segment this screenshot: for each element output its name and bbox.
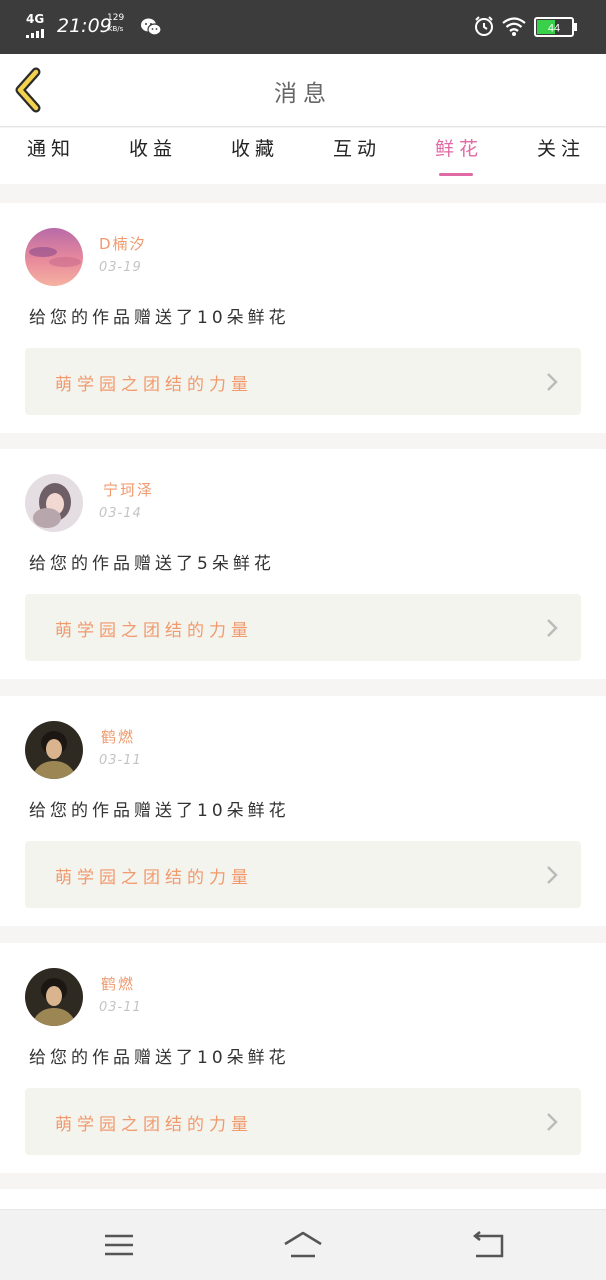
notification-message: 给您的作品赠送了5朵鲜花 xyxy=(29,554,275,574)
work-link[interactable]: 萌学园之团结的力量 xyxy=(25,1088,581,1155)
work-link[interactable]: 萌学园之团结的力量 xyxy=(25,841,581,908)
back-nav-button[interactable] xyxy=(468,1230,508,1260)
notification-message: 给您的作品赠送了10朵鲜花 xyxy=(29,308,290,328)
wifi-icon xyxy=(502,17,526,36)
network-type: 4G xyxy=(26,12,45,26)
sender-name[interactable]: 鹤燃 xyxy=(101,973,135,994)
work-link[interactable]: 萌学园之团结的力量 xyxy=(25,348,581,415)
signal-icon: 4G xyxy=(26,12,50,38)
back-icon xyxy=(472,1231,504,1258)
tab-following[interactable]: 关注 xyxy=(531,138,591,178)
notification-card: 鹤燃 03-11 给您的作品赠送了10朵鲜花 萌学园之团结的力量 xyxy=(0,943,606,1173)
notification-card: D楠汐 03-19 给您的作品赠送了10朵鲜花 萌学园之团结的力量 xyxy=(0,203,606,433)
chevron-right-icon xyxy=(547,1113,558,1131)
tab-interactions[interactable]: 互动 xyxy=(327,138,387,178)
work-title: 萌学园之团结的力量 xyxy=(55,375,253,395)
wechat-icon xyxy=(141,18,162,36)
notification-card: 宁珂泽 03-14 给您的作品赠送了5朵鲜花 萌学园之团结的力量 xyxy=(0,449,606,679)
battery-level: 44 xyxy=(548,23,560,35)
chevron-right-icon xyxy=(547,866,558,884)
system-nav-bar xyxy=(0,1209,606,1280)
notification-card: 鹤燃 03-11 给您的作品赠送了10朵鲜花 萌学园之团结的力量 xyxy=(0,696,606,926)
top-app-bar: 消息 xyxy=(0,54,606,127)
notification-card xyxy=(0,1189,606,1209)
tab-flowers[interactable]: 鲜花 xyxy=(429,138,489,178)
chevron-right-icon xyxy=(547,619,558,637)
avatar[interactable] xyxy=(25,721,83,779)
sender-name[interactable]: D楠汐 xyxy=(99,233,147,254)
notification-date: 03-11 xyxy=(99,753,142,768)
notification-date: 03-19 xyxy=(99,260,142,275)
avatar[interactable] xyxy=(25,474,83,532)
chevron-right-icon xyxy=(547,373,558,391)
menu-icon xyxy=(105,1234,133,1256)
notification-date: 03-14 xyxy=(99,506,142,521)
active-tab-indicator xyxy=(439,173,473,176)
sender-name[interactable]: 鹤燃 xyxy=(101,726,135,747)
work-title: 萌学园之团结的力量 xyxy=(55,868,253,888)
page-title: 消息 xyxy=(274,81,332,107)
status-bar: 4G 21:09 129 KB/s 44 xyxy=(0,0,606,54)
battery-icon: 44 xyxy=(534,17,577,37)
speed-value: 129 xyxy=(107,13,125,23)
tab-favorites[interactable]: 收藏 xyxy=(225,138,285,178)
alarm-icon xyxy=(475,16,493,36)
speed-unit: KB/s xyxy=(107,25,124,33)
avatar[interactable] xyxy=(25,228,83,286)
avatar[interactable] xyxy=(25,968,83,1026)
sender-name[interactable]: 宁珂泽 xyxy=(103,479,154,500)
notification-message: 给您的作品赠送了10朵鲜花 xyxy=(29,801,290,821)
tab-notifications[interactable]: 通知 xyxy=(21,138,81,178)
tab-bar: 通知 收益 收藏 互动 鲜花 关注 xyxy=(0,128,606,184)
home-icon xyxy=(284,1231,322,1258)
status-time: 21:09 xyxy=(57,15,112,37)
tab-earnings[interactable]: 收益 xyxy=(123,138,183,178)
notification-message: 给您的作品赠送了10朵鲜花 xyxy=(29,1048,290,1068)
home-button[interactable] xyxy=(283,1230,323,1260)
work-link[interactable]: 萌学园之团结的力量 xyxy=(25,594,581,661)
work-title: 萌学园之团结的力量 xyxy=(55,1115,253,1135)
work-title: 萌学园之团结的力量 xyxy=(55,621,253,641)
network-speed: 129 KB/s xyxy=(107,13,124,35)
notification-date: 03-11 xyxy=(99,1000,142,1015)
menu-button[interactable] xyxy=(99,1230,139,1260)
